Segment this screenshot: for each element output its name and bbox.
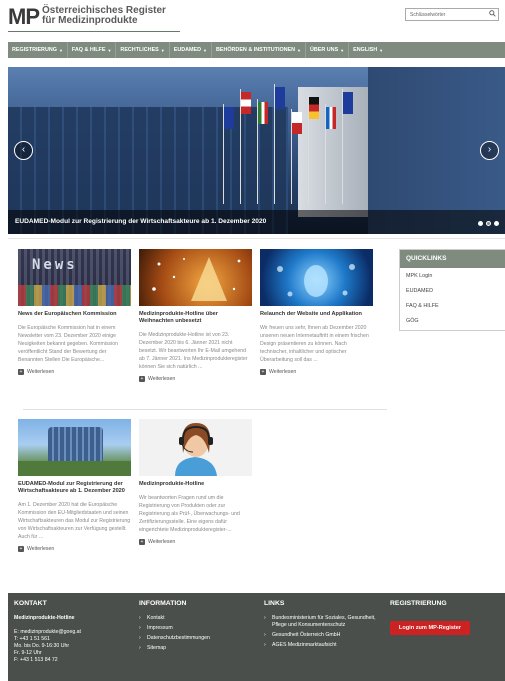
chevron-down-icon: ▼ <box>340 47 345 53</box>
read-more-link[interactable]: + Weiterlesen <box>18 369 131 375</box>
footer-links: LINKS › Bundesministerium für Soziales, G… <box>264 600 382 652</box>
divider <box>23 409 387 410</box>
nav-item-rechtliches[interactable]: RECHTLICHES ▼ <box>116 42 170 58</box>
news-card: Relaunch der Website und Applikation Wir… <box>260 249 373 375</box>
news-card: Medizinprodukte-Hotline über Weihnachten… <box>139 249 252 382</box>
hero-slider[interactable]: ‹ › EUDAMED-Modul zur Registrierung der … <box>8 67 505 234</box>
chevron-right-icon: › <box>139 635 141 641</box>
site-logo[interactable]: MP Österreichisches Register für Medizin… <box>8 6 166 28</box>
chevron-right-icon: › <box>264 642 266 648</box>
chevron-right-icon: › <box>264 615 266 621</box>
contact-hours: Fr. 9-12 Uhr <box>14 650 42 656</box>
footer-link-ages[interactable]: › AGES Medizinmarktaufsicht <box>264 642 382 649</box>
quicklink-mpk-login[interactable]: MPK Login <box>400 268 505 283</box>
nav-item-faq[interactable]: FAQ & HILFE ▼ <box>68 42 117 58</box>
logo-underline <box>8 31 180 32</box>
footer-heading: INFORMATION <box>139 600 187 607</box>
main-navigation: REGISTRIERUNG ▼ FAQ & HILFE ▼ RECHTLICHES ▼… <box>8 42 505 58</box>
news-excerpt: Wir beantworten Fragen rund um die Regis… <box>139 495 240 533</box>
logo-mark: MP <box>8 4 40 29</box>
search-input[interactable]: Schlüsselwörter <box>405 8 499 21</box>
news-image[interactable] <box>139 419 252 476</box>
nav-item-english[interactable]: ENGLISH ▼ <box>349 42 387 58</box>
chevron-down-icon: ▼ <box>297 47 302 53</box>
news-excerpt: Am 1. Dezember 2020 hat die Europäische … <box>18 502 131 540</box>
footer-link-ministerium[interactable]: › Bundesministerium für Soziales, Gesundh… <box>264 615 382 629</box>
footer-link-datenschutz[interactable]: › Datenschutzbestimmungen <box>139 635 249 642</box>
footer-heading: LINKS <box>264 600 285 607</box>
chevron-down-icon: ▼ <box>107 47 112 53</box>
plus-icon: + <box>18 546 24 552</box>
nav-item-eudamed[interactable]: EUDAMED ▼ <box>170 42 212 58</box>
plus-icon: + <box>139 376 145 382</box>
news-title[interactable]: News der Europäischen Kommission <box>18 311 131 318</box>
quicklink-goeg[interactable]: GÖG <box>400 313 505 330</box>
slider-dot[interactable] <box>494 221 499 226</box>
hotline-name: Medizinprodukte-Hotline <box>14 615 75 621</box>
chevron-right-icon: › <box>139 645 141 651</box>
news-section: News News der Europäischen Kommission Di… <box>8 238 505 584</box>
read-more-link[interactable]: + Weiterlesen <box>139 376 252 382</box>
quicklink-faq[interactable]: FAQ & HILFE <box>400 298 505 313</box>
quicklinks-title: QUICKLINKS <box>400 250 505 268</box>
news-image[interactable] <box>139 249 252 306</box>
search-icon[interactable] <box>489 10 496 17</box>
login-register-button[interactable]: Login zum MP-Register <box>390 621 470 635</box>
logo-title: Österreichisches Register für Medizinpro… <box>42 5 166 26</box>
plus-icon: + <box>260 369 266 375</box>
slider-caption[interactable]: EUDAMED-Modul zur Registrierung der Wirt… <box>8 210 505 234</box>
footer-link-impressum[interactable]: › Impressum <box>139 625 249 632</box>
contact-phone: T: +43 1 51 561 <box>14 636 50 642</box>
chevron-down-icon: ▼ <box>203 47 207 53</box>
site-header: MP Österreichisches Register für Medizin… <box>0 0 505 38</box>
footer-kontakt: KONTAKT Medizinprodukte-Hotline E: mediz… <box>14 600 124 664</box>
news-card: Medizinprodukte-Hotline Wir beantworten … <box>139 419 252 545</box>
slider-dot[interactable] <box>478 221 483 226</box>
footer-link-sitemap[interactable]: › Sitemap <box>139 645 249 652</box>
nav-item-ueber-uns[interactable]: ÜBER UNS ▼ <box>306 42 350 58</box>
news-title[interactable]: Relaunch der Website und Applikation <box>260 311 373 318</box>
news-card: News News der Europäischen Kommission Di… <box>18 249 131 375</box>
news-title[interactable]: EUDAMED-Modul zur Registrierung der Wirt… <box>18 481 131 495</box>
nav-item-registrierung[interactable]: REGISTRIERUNG ▼ <box>8 42 68 58</box>
chevron-down-icon: ▼ <box>379 47 384 53</box>
contact-email[interactable]: E: medizinprodukte@goeg.at <box>14 629 124 636</box>
footer-link-goeg[interactable]: › Gesundheit Österreich GmbH <box>264 632 382 639</box>
news-image[interactable] <box>18 419 131 476</box>
contact-hours: Mo. bis Do. 9-16:30 Uhr <box>14 643 70 649</box>
news-title[interactable]: Medizinprodukte-Hotline über Weihnachten… <box>139 311 252 325</box>
news-image[interactable]: News <box>18 249 131 306</box>
footer-heading: KONTAKT <box>14 600 47 607</box>
slider-next-button[interactable]: › <box>480 141 499 160</box>
chevron-right-icon: › <box>139 625 141 631</box>
read-more-link[interactable]: + Weiterlesen <box>139 539 252 545</box>
slider-prev-button[interactable]: ‹ <box>14 141 33 160</box>
quicklink-eudamed[interactable]: EUDAMED <box>400 283 505 298</box>
chevron-down-icon: ▼ <box>160 47 165 53</box>
slider-dots <box>478 221 499 226</box>
chevron-down-icon: ▼ <box>58 47 63 53</box>
news-excerpt: Die Europäische Kommission hat in einem … <box>18 325 119 363</box>
footer-heading: REGISTRIERUNG <box>390 600 447 607</box>
news-title[interactable]: Medizinprodukte-Hotline <box>139 481 252 488</box>
plus-icon: + <box>18 369 24 375</box>
chevron-right-icon: › <box>264 632 266 638</box>
contact-fax: F: +43 1 513 84 72 <box>14 657 58 663</box>
nav-item-behoerden[interactable]: BEHÖRDEN & INSTITUTIONEN ▼ <box>212 42 307 58</box>
news-image[interactable] <box>260 249 373 306</box>
plus-icon: + <box>139 539 145 545</box>
news-excerpt: Wir freuen uns sehr, Ihnen ab Dezember 2… <box>260 325 369 363</box>
news-card: EUDAMED-Modul zur Registrierung der Wirt… <box>18 419 131 552</box>
chevron-right-icon: › <box>139 615 141 621</box>
footer-registrierung: REGISTRIERUNG Login zum MP-Register <box>390 600 500 635</box>
read-more-link[interactable]: + Weiterlesen <box>18 546 131 552</box>
news-excerpt: Die Medizinprodukte-Hotline ist von 23. … <box>139 332 248 370</box>
site-footer: KONTAKT Medizinprodukte-Hotline E: mediz… <box>8 593 505 681</box>
footer-information: INFORMATION › Kontakt › Impressum › Datensc… <box>139 600 249 655</box>
quicklinks-panel: QUICKLINKS MPK Login EUDAMED FAQ & HILFE… <box>399 249 505 331</box>
slider-dot-active[interactable] <box>486 221 491 226</box>
footer-link-kontakt[interactable]: › Kontakt <box>139 615 249 622</box>
read-more-link[interactable]: + Weiterlesen <box>260 369 373 375</box>
